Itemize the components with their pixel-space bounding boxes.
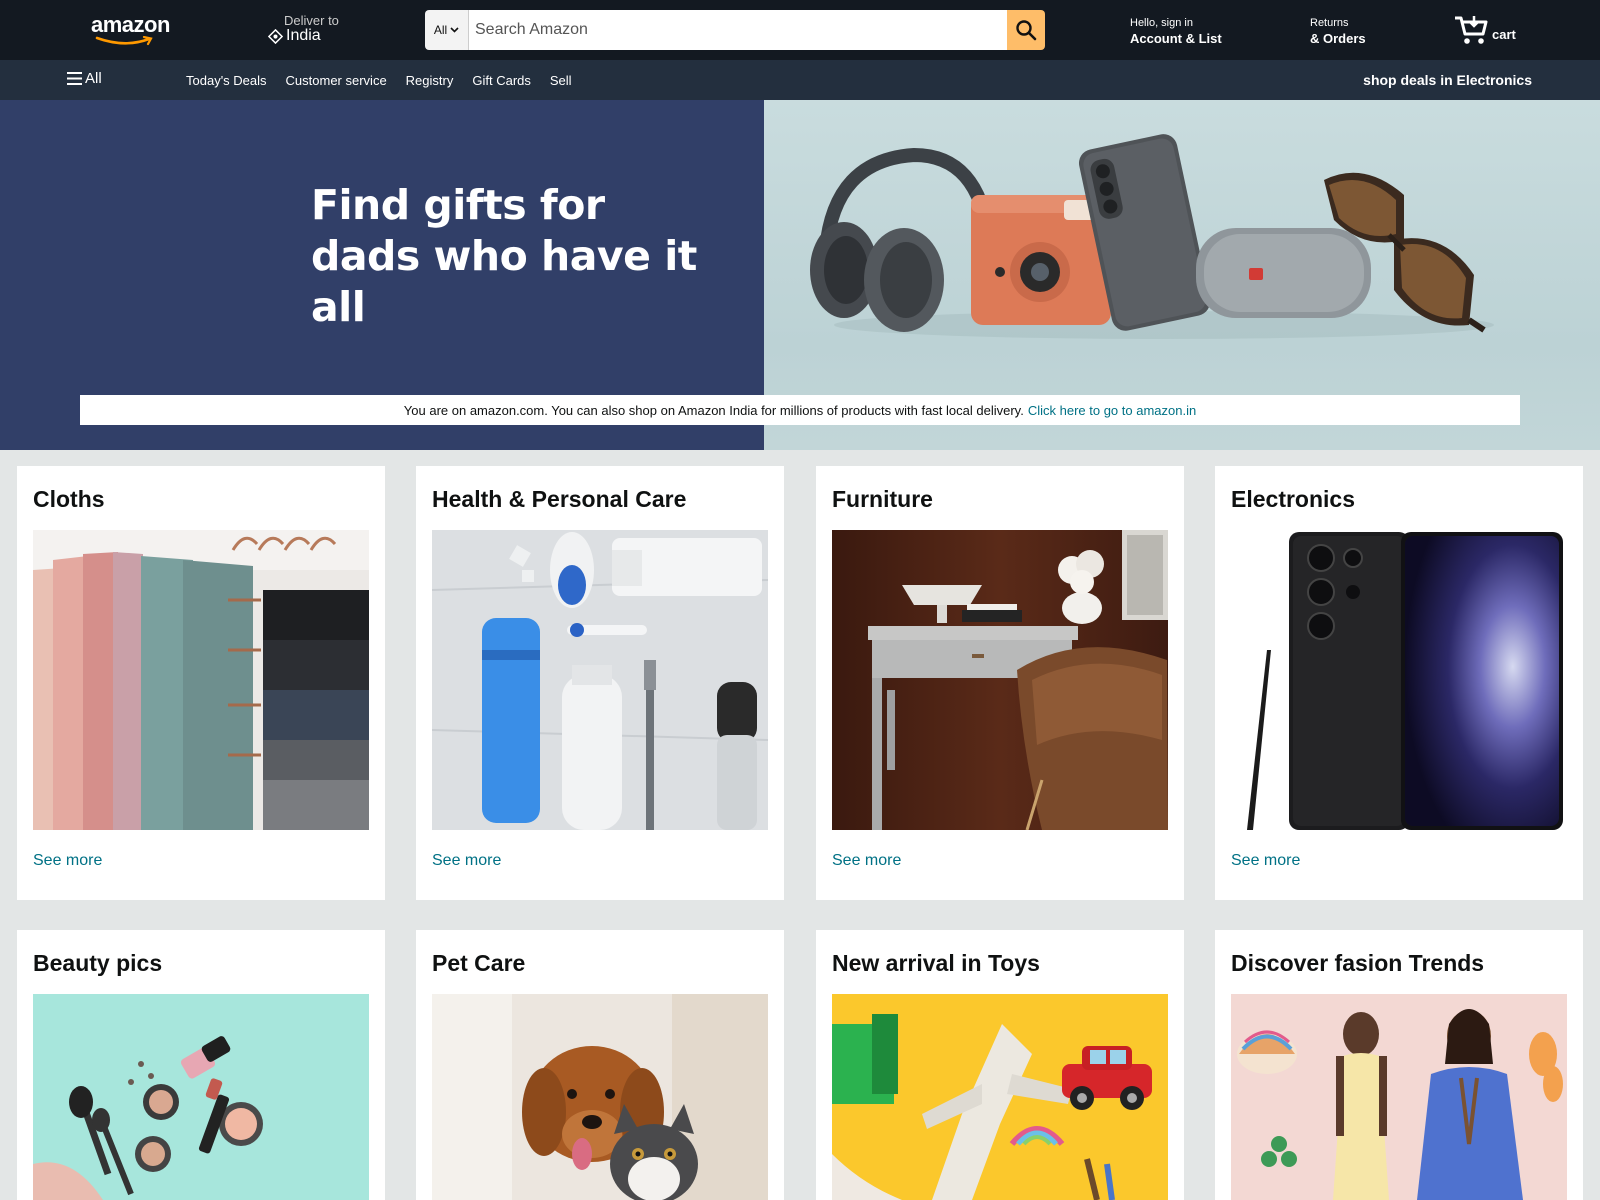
chevron-down-icon bbox=[450, 27, 459, 33]
see-more-link[interactable]: See more bbox=[33, 852, 102, 870]
search-bar: All bbox=[425, 10, 1045, 50]
hero-title: Find gifts for dads who have it all bbox=[311, 180, 751, 333]
see-more-link[interactable]: See more bbox=[432, 852, 501, 870]
card-image-health[interactable] bbox=[432, 530, 768, 830]
search-category-label: All bbox=[433, 23, 448, 37]
search-category-select[interactable]: All bbox=[425, 10, 469, 50]
cart-button[interactable]: cart bbox=[1453, 14, 1516, 46]
card-title: Furniture bbox=[832, 486, 933, 512]
category-card-electronics[interactable]: Electronics See more bbox=[1215, 466, 1583, 900]
orders-label: & Orders bbox=[1310, 31, 1366, 46]
card-image-beauty[interactable] bbox=[33, 994, 369, 1200]
health-care-image bbox=[432, 530, 768, 830]
account-greeting: Hello, sign in bbox=[1130, 17, 1193, 29]
nav-todays-deals[interactable]: Today's Deals bbox=[186, 73, 267, 88]
locale-notice-bar: You are on amazon.com. You can also shop… bbox=[80, 395, 1520, 425]
see-more-link[interactable]: See more bbox=[832, 852, 901, 870]
category-card-cloths[interactable]: Cloths See more bbox=[17, 466, 385, 900]
account-menu[interactable]: Hello, sign in Account & List bbox=[1130, 17, 1222, 46]
hero-title-line2: dads who have it all bbox=[311, 232, 697, 331]
location-pin-icon bbox=[268, 28, 283, 44]
locale-notice-text: You are on amazon.com. You can also shop… bbox=[403, 402, 1024, 418]
top-nav-bar: amazon Deliver to India All Search Amazo… bbox=[0, 0, 1600, 60]
category-card-furniture[interactable]: Furniture See more bbox=[816, 466, 1184, 900]
card-image-furniture[interactable] bbox=[832, 530, 1168, 830]
card-image-toys[interactable] bbox=[832, 994, 1168, 1200]
card-title: Pet Care bbox=[432, 950, 526, 976]
all-menu-button[interactable]: All bbox=[67, 70, 102, 87]
search-input[interactable] bbox=[469, 10, 1007, 50]
toys-image bbox=[832, 994, 1168, 1200]
card-image-pet-care[interactable] bbox=[432, 994, 768, 1200]
returns-orders[interactable]: Returns & Orders bbox=[1310, 17, 1366, 46]
cart-icon bbox=[1455, 16, 1488, 44]
deliver-location-text: India bbox=[286, 27, 321, 44]
category-card-pet-care[interactable]: Pet Care bbox=[416, 930, 784, 1200]
all-menu-label: All bbox=[85, 70, 102, 87]
nav-customer-service[interactable]: Customer service bbox=[286, 73, 387, 88]
category-card-fashion[interactable]: Discover fasion Trends bbox=[1215, 930, 1583, 1200]
card-image-fashion[interactable] bbox=[1231, 994, 1567, 1200]
logo-smile-icon bbox=[95, 36, 153, 46]
pet-care-image bbox=[432, 994, 768, 1200]
secondary-nav-bar: All Today's Deals Customer service Regis… bbox=[0, 60, 1600, 100]
logo-text: amazon bbox=[91, 12, 170, 37]
amazon-logo[interactable]: amazon bbox=[91, 12, 177, 48]
fashion-image bbox=[1231, 994, 1567, 1200]
category-card-toys[interactable]: New arrival in Toys bbox=[816, 930, 1184, 1200]
hamburger-icon bbox=[67, 72, 82, 85]
card-title: Electronics bbox=[1231, 486, 1355, 512]
card-title: Beauty pics bbox=[33, 950, 163, 976]
category-card-health[interactable]: Health & Personal Care See more bbox=[416, 466, 784, 900]
deliver-label: Deliver to bbox=[284, 13, 339, 28]
hero-banner[interactable]: Find gifts for dads who have it all You … bbox=[0, 100, 1600, 450]
card-title: Discover fasion Trends bbox=[1231, 950, 1485, 976]
cart-label: cart bbox=[1492, 27, 1516, 42]
electronics-image bbox=[1231, 530, 1567, 830]
see-more-link[interactable]: See more bbox=[1231, 852, 1300, 870]
nav-registry[interactable]: Registry bbox=[406, 73, 454, 88]
nav-gift-cards[interactable]: Gift Cards bbox=[472, 73, 531, 88]
card-image-electronics[interactable] bbox=[1231, 530, 1567, 830]
beauty-image bbox=[33, 994, 369, 1200]
category-card-beauty[interactable]: Beauty pics bbox=[17, 930, 385, 1200]
amazon-in-link[interactable]: Click here to go to amazon.in bbox=[1028, 403, 1196, 418]
subnav-links: Today's Deals Customer service Registry … bbox=[186, 73, 591, 88]
card-title: New arrival in Toys bbox=[832, 950, 1040, 976]
card-title: Health & Personal Care bbox=[432, 486, 687, 512]
search-button[interactable] bbox=[1007, 10, 1045, 50]
card-image-cloths[interactable] bbox=[33, 530, 369, 830]
search-icon bbox=[1016, 20, 1037, 41]
account-label: Account & List bbox=[1130, 31, 1222, 46]
furniture-image bbox=[832, 530, 1168, 830]
deliver-location: India bbox=[268, 27, 321, 45]
shop-deals-promo[interactable]: shop deals in Electronics bbox=[1363, 72, 1532, 88]
card-title: Cloths bbox=[33, 486, 105, 512]
returns-label: Returns bbox=[1310, 17, 1349, 29]
cloths-image bbox=[33, 530, 369, 830]
hero-title-line1: Find gifts for bbox=[311, 181, 605, 229]
nav-sell[interactable]: Sell bbox=[550, 73, 572, 88]
